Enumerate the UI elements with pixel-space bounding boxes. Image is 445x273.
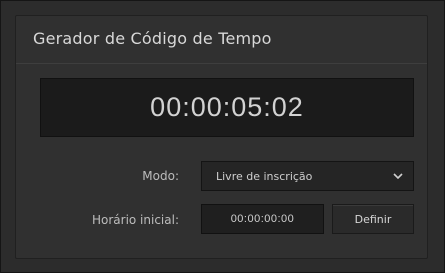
title-divider [16,63,427,64]
mode-select-value: Livre de inscrição [216,169,313,183]
timecode-display-box: 00:00:05:02 [40,78,414,137]
initial-time-label: Horário inicial: [91,213,179,227]
timecode-display: 00:00:05:02 [150,92,304,122]
set-initial-time-button[interactable]: Definir [332,204,414,234]
mode-select[interactable]: Livre de inscrição [201,161,414,191]
panel-title: Gerador de Código de Tempo [33,29,272,48]
timecode-generator-panel: Gerador de Código de Tempo 00:00:05:02 M… [0,0,445,273]
chevron-down-icon [389,173,407,179]
initial-time-input[interactable]: 00:00:00:00 [201,204,324,234]
mode-label: Modo: [142,169,179,183]
